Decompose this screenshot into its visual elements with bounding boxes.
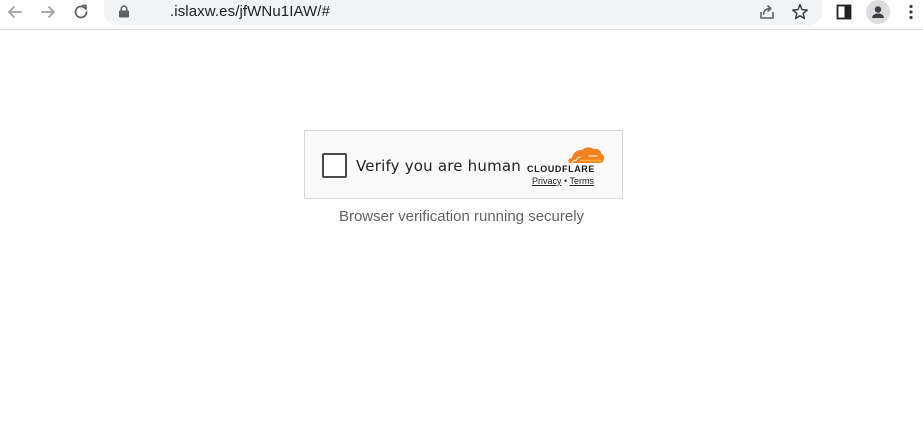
star-icon [792, 4, 808, 20]
back-button[interactable] [3, 0, 27, 24]
kebab-menu-icon [909, 4, 913, 20]
reload-icon [74, 4, 88, 19]
privacy-link[interactable]: Privacy [532, 176, 562, 186]
turnstile-challenge-widget: Verify you are human CLOUDFLARE Privacy … [304, 130, 623, 199]
cloudflare-cloud-icon [568, 147, 605, 164]
side-panel-button[interactable] [832, 0, 856, 24]
link-separator: • [564, 176, 568, 186]
lock-icon [119, 5, 129, 18]
verify-label[interactable]: Verify you are human [356, 157, 521, 175]
verify-checkbox[interactable] [322, 153, 347, 178]
browser-menu-button[interactable] [899, 0, 923, 24]
browser-toolbar: .islaxw.es/jfWNu1IAW/# [0, 0, 923, 30]
profile-button[interactable] [866, 0, 890, 24]
reload-button[interactable] [69, 0, 93, 24]
share-icon [760, 5, 774, 19]
arrow-left-icon [8, 6, 22, 18]
cloudflare-logo-text: CLOUDFLARE [527, 164, 595, 174]
forward-button[interactable] [36, 0, 60, 24]
bookmark-button[interactable] [790, 2, 810, 22]
url-text[interactable]: .islaxw.es/jfWNu1IAW/# [170, 3, 330, 20]
address-bar[interactable]: .islaxw.es/jfWNu1IAW/# [104, 0, 822, 25]
side-panel-icon [836, 4, 852, 20]
arrow-right-icon [41, 6, 55, 18]
terms-link[interactable]: Terms [570, 176, 595, 186]
verification-status-message: Browser verification running securely [338, 208, 585, 225]
widget-footer-links: Privacy • Terms [532, 176, 594, 186]
profile-icon [872, 6, 884, 18]
share-button[interactable] [757, 2, 777, 22]
